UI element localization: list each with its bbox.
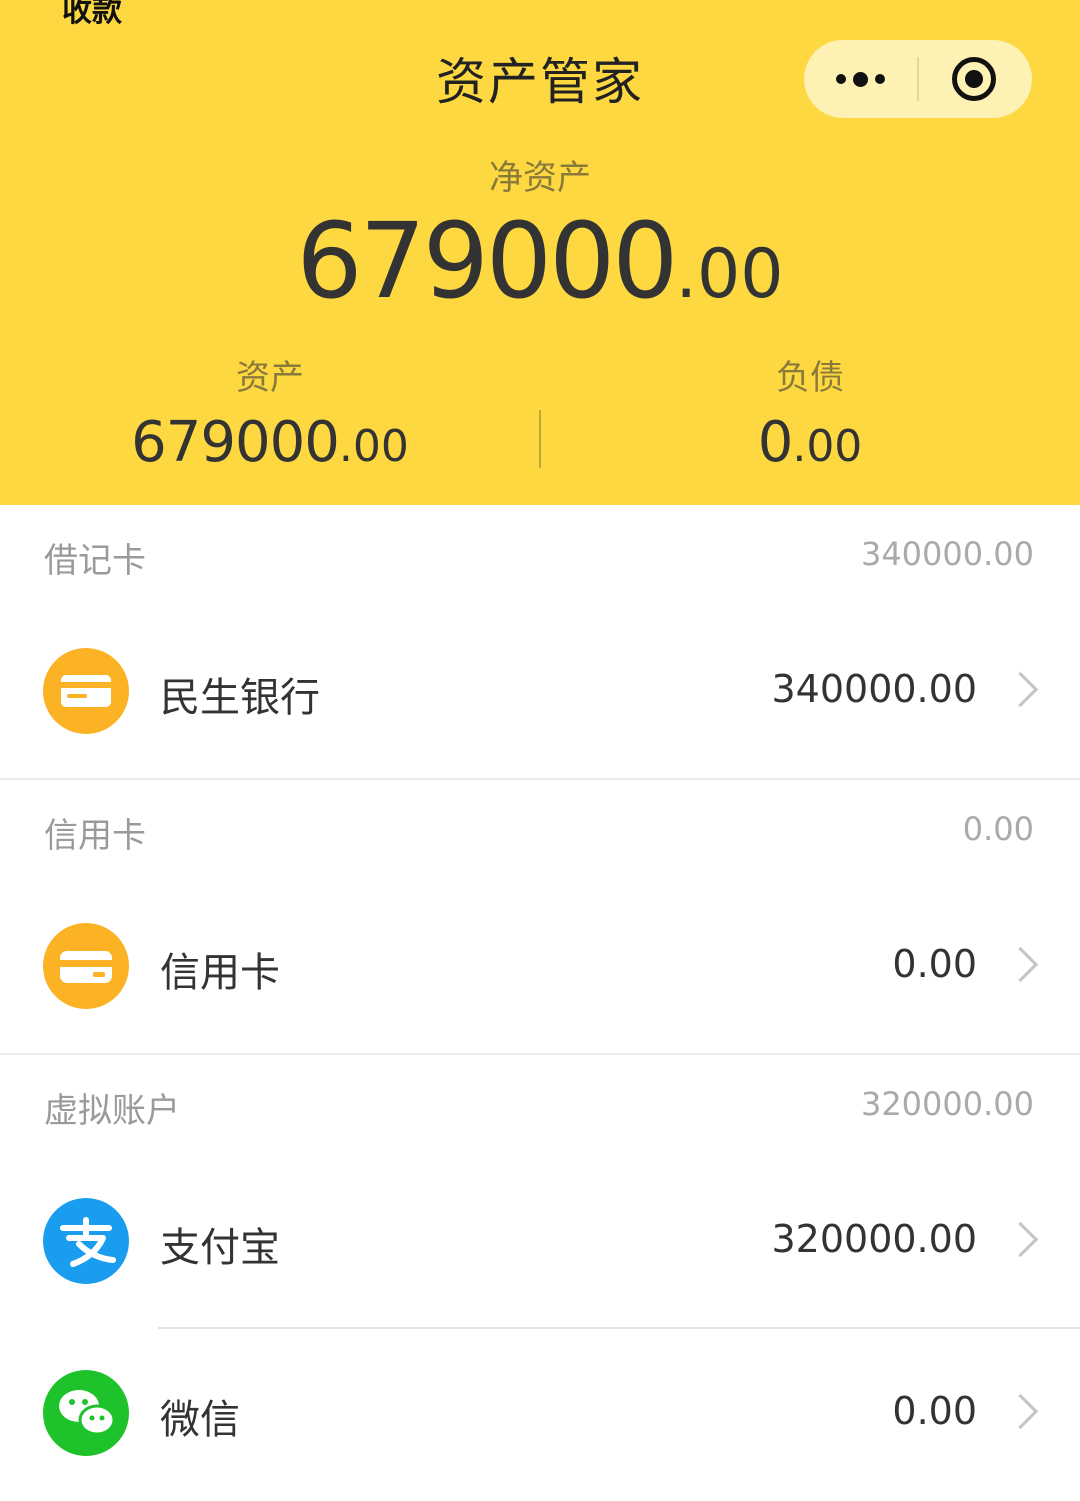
section-header-credit: 信用卡 0.00 xyxy=(0,780,1080,880)
miniprogram-capsule xyxy=(804,40,1032,118)
wechat-icon xyxy=(43,1370,129,1456)
target-circle-icon[interactable] xyxy=(952,57,996,101)
account-label: 民生银行 xyxy=(160,675,320,721)
more-dots-icon[interactable] xyxy=(804,40,917,118)
assets-label: 资产 xyxy=(236,358,304,398)
net-assets-decimal: .00 xyxy=(675,235,784,314)
bank-card-icon xyxy=(43,648,129,734)
account-amount: 320000.00 xyxy=(771,1217,978,1261)
capsule-divider xyxy=(917,57,919,101)
assets-integer: 679000 xyxy=(131,410,340,475)
section-title: 借记卡 xyxy=(44,541,146,581)
account-label: 支付宝 xyxy=(160,1225,280,1271)
assets-value: 679000.00 xyxy=(0,410,540,475)
account-row-wechat[interactable]: 微信 0.00 xyxy=(0,1331,1080,1501)
chevron-right-icon xyxy=(1002,1221,1039,1258)
section-total: 0.00 xyxy=(962,810,1034,848)
net-assets-label: 净资产 xyxy=(489,158,591,198)
row-divider xyxy=(158,1327,1080,1329)
section-title: 信用卡 xyxy=(44,816,146,856)
chevron-right-icon xyxy=(1002,1393,1039,1430)
summary-header: 收款 资产管家 净资产 679000.00 资产 679000.00 负债 0.… xyxy=(0,0,1080,505)
credit-card-icon xyxy=(43,923,129,1009)
account-row-alipay[interactable]: 支付宝 320000.00 xyxy=(0,1159,1080,1329)
liabilities-integer: 0 xyxy=(757,410,794,475)
assets-decimal: .00 xyxy=(338,421,409,472)
assets-summary: 资产 679000.00 xyxy=(0,350,540,475)
liabilities-label: 负债 xyxy=(776,358,844,398)
account-row-credit-card[interactable]: 信用卡 0.00 xyxy=(0,884,1080,1054)
liabilities-summary: 负债 0.00 xyxy=(540,350,1080,475)
account-label: 信用卡 xyxy=(160,950,280,996)
liabilities-value: 0.00 xyxy=(540,410,1080,475)
net-assets-integer: 679000 xyxy=(296,200,678,322)
section-header-virtual: 虚拟账户 320000.00 xyxy=(0,1055,1080,1155)
account-amount: 0.00 xyxy=(892,942,977,986)
net-assets-value: 679000.00 xyxy=(0,200,1080,322)
chevron-right-icon xyxy=(1002,946,1039,983)
account-label: 微信 xyxy=(160,1397,240,1443)
status-bar-partial-text: 收款 xyxy=(62,0,122,29)
account-amount: 0.00 xyxy=(892,1389,977,1433)
section-header-debit: 借记卡 340000.00 xyxy=(0,505,1080,605)
account-row-minsheng[interactable]: 民生银行 340000.00 xyxy=(0,609,1080,779)
account-amount: 340000.00 xyxy=(771,667,978,711)
chevron-right-icon xyxy=(1002,671,1039,708)
section-total: 340000.00 xyxy=(860,535,1034,573)
section-total: 320000.00 xyxy=(860,1085,1034,1123)
liabilities-decimal: .00 xyxy=(792,421,863,472)
alipay-icon xyxy=(43,1198,129,1284)
section-title: 虚拟账户 xyxy=(44,1091,180,1131)
